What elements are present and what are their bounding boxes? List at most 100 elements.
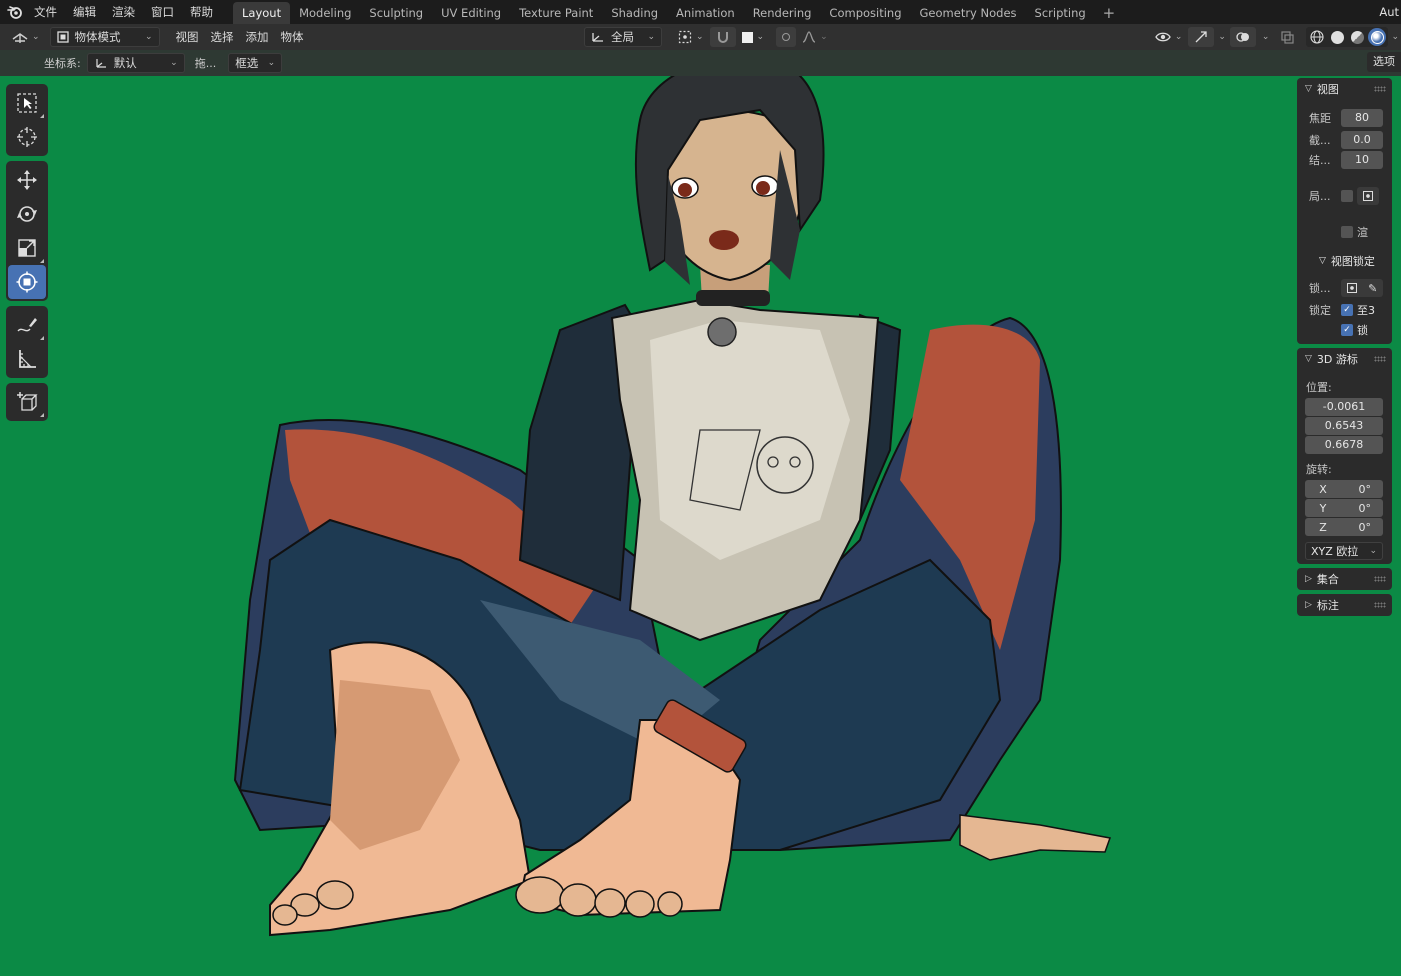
cursor-location-z-field[interactable]: 0.6678 bbox=[1305, 436, 1383, 454]
menu-edit[interactable]: 编辑 bbox=[65, 0, 104, 24]
lock-camera-row: ✓ 锁 bbox=[1297, 320, 1392, 340]
snap-toggle[interactable] bbox=[709, 27, 736, 47]
focal-length-field[interactable]: 80 bbox=[1341, 109, 1383, 127]
move-tool[interactable] bbox=[8, 163, 46, 197]
wireframe-shading-button[interactable] bbox=[1308, 28, 1326, 46]
chevron-down-icon[interactable]: ⌄ bbox=[1218, 32, 1226, 42]
menu-file[interactable]: 文件 bbox=[30, 0, 65, 24]
left-toolbar bbox=[6, 84, 48, 426]
menu-object[interactable]: 物体 bbox=[275, 27, 310, 47]
proportional-edit-toggle[interactable] bbox=[776, 27, 797, 47]
pivot-point-button[interactable]: ⌄ bbox=[672, 27, 710, 47]
viewport-render[interactable] bbox=[0, 76, 1401, 976]
menu-window[interactable]: 窗口 bbox=[143, 0, 182, 24]
cursor-rotation-z-field[interactable]: Z 0° bbox=[1305, 518, 1383, 536]
lock-to-3d-cursor-checkbox[interactable]: ✓ bbox=[1341, 304, 1353, 316]
drag-grip-icon[interactable] bbox=[1374, 86, 1386, 92]
menu-render[interactable]: 渲染 bbox=[104, 0, 143, 24]
add-cube-tool[interactable] bbox=[8, 385, 46, 419]
local-camera-label: 局... bbox=[1309, 190, 1331, 203]
3d-cursor-panel: ▽ 3D 游标 位置: -0.0061 0.6543 0.6678 旋转: X … bbox=[1297, 348, 1392, 564]
tab-shading[interactable]: Shading bbox=[602, 2, 667, 24]
wireframe-sphere-icon bbox=[1310, 30, 1325, 44]
tab-modeling[interactable]: Modeling bbox=[290, 2, 360, 24]
visibility-dropdown[interactable]: ⌄ bbox=[1149, 27, 1189, 47]
cursor-rotation-y-field[interactable]: Y 0° bbox=[1305, 499, 1383, 517]
tab-animation[interactable]: Animation bbox=[667, 2, 744, 24]
orientation-axes-icon bbox=[592, 33, 603, 42]
add-workspace-button[interactable]: + bbox=[1095, 2, 1124, 24]
rotation-mode-dropdown[interactable]: XYZ 欧拉 ⌄ bbox=[1305, 542, 1383, 560]
options-tab[interactable]: 选项 bbox=[1367, 52, 1401, 72]
cursor-tool[interactable] bbox=[8, 120, 46, 154]
cursor-rotation-x-field[interactable]: X 0° bbox=[1305, 480, 1383, 498]
clip-end-field[interactable]: 10 bbox=[1341, 151, 1383, 169]
tab-geometry-nodes[interactable]: Geometry Nodes bbox=[911, 2, 1026, 24]
lock-label: 锁定 bbox=[1309, 304, 1331, 317]
annotate-tool[interactable] bbox=[8, 308, 46, 342]
mode-dropdown[interactable]: 物体模式 ⌄ bbox=[49, 27, 160, 47]
xray-toggle[interactable] bbox=[1275, 27, 1300, 47]
lock-camera-checkbox[interactable]: ✓ bbox=[1341, 324, 1353, 336]
eyedropper-icon[interactable]: ✎ bbox=[1368, 282, 1377, 295]
select-box-tool[interactable] bbox=[8, 86, 46, 120]
clip-start-field[interactable]: 0.0 bbox=[1341, 131, 1383, 149]
blender-logo-icon[interactable] bbox=[0, 0, 30, 24]
editor-type-button[interactable]: ⌄ bbox=[6, 27, 46, 47]
tab-texture-paint[interactable]: Texture Paint bbox=[510, 2, 602, 24]
render-region-checkbox[interactable] bbox=[1341, 226, 1353, 238]
menu-help[interactable]: 帮助 bbox=[182, 0, 221, 24]
scene-selector-truncated[interactable]: Aut bbox=[1379, 0, 1401, 24]
lock-object-field[interactable]: ✎ bbox=[1341, 279, 1383, 297]
camera-picker-icon[interactable] bbox=[1357, 187, 1379, 205]
scale-tool[interactable] bbox=[8, 231, 46, 265]
drag-grip-icon[interactable] bbox=[1374, 356, 1386, 362]
drag-mode-dropdown[interactable]: 框选 ⌄ bbox=[228, 53, 283, 73]
cursor-location-x-field[interactable]: -0.0061 bbox=[1305, 398, 1383, 416]
rotate-tool[interactable] bbox=[8, 197, 46, 231]
annotation-panel-header[interactable]: ▷ 标注 bbox=[1297, 594, 1392, 616]
falloff-dropdown[interactable]: ⌄ bbox=[796, 27, 834, 47]
chevron-down-icon[interactable]: ⌄ bbox=[1262, 32, 1270, 42]
menu-select[interactable]: 选择 bbox=[205, 27, 240, 47]
menu-view[interactable]: 视图 bbox=[170, 27, 205, 47]
collection-panel-header[interactable]: ▷ 集合 bbox=[1297, 568, 1392, 590]
tab-scripting[interactable]: Scripting bbox=[1026, 2, 1095, 24]
menu-add[interactable]: 添加 bbox=[240, 27, 275, 47]
material-sphere-icon bbox=[1350, 30, 1364, 44]
shading-mode-group bbox=[1306, 27, 1389, 47]
drag-grip-icon[interactable] bbox=[1374, 602, 1386, 608]
rotation-z-value: 0° bbox=[1358, 520, 1372, 534]
chevron-down-icon: ▽ bbox=[1319, 256, 1326, 266]
mode-label: 物体模式 bbox=[74, 30, 121, 44]
transform-orientation-dropdown[interactable]: 全局 ⌄ bbox=[584, 27, 662, 47]
gizmo-icon bbox=[1195, 31, 1208, 43]
solid-shading-button[interactable] bbox=[1328, 28, 1346, 46]
magnet-icon bbox=[717, 32, 728, 43]
tab-layout[interactable]: Layout bbox=[233, 2, 291, 24]
tab-uv-editing[interactable]: UV Editing bbox=[432, 2, 510, 24]
transform-tool[interactable] bbox=[8, 265, 46, 299]
rendered-shading-button[interactable] bbox=[1368, 28, 1387, 46]
render-region-row: 渲 bbox=[1297, 222, 1392, 242]
snap-target-dropdown[interactable]: ⌄ bbox=[736, 27, 771, 47]
drag-grip-icon[interactable] bbox=[1374, 576, 1386, 582]
chevron-down-icon[interactable]: ⌄ bbox=[1391, 32, 1399, 42]
overlays-toggle[interactable] bbox=[1229, 27, 1256, 47]
local-camera-checkbox[interactable] bbox=[1341, 190, 1353, 202]
tab-compositing[interactable]: Compositing bbox=[820, 2, 910, 24]
3d-cursor-panel-header[interactable]: ▽ 3D 游标 bbox=[1297, 348, 1392, 370]
view-lock-subpanel-header[interactable]: ▽ 视图锁定 bbox=[1297, 250, 1392, 272]
gizmo-toggle[interactable] bbox=[1188, 27, 1215, 47]
tab-rendering[interactable]: Rendering bbox=[744, 2, 821, 24]
tab-sculpting[interactable]: Sculpting bbox=[360, 2, 432, 24]
cursor-location-y-field[interactable]: 0.6543 bbox=[1305, 417, 1383, 435]
material-shading-button[interactable] bbox=[1348, 28, 1366, 46]
measure-tool[interactable] bbox=[8, 342, 46, 376]
coord-system-dropdown[interactable]: 默认 ⌄ bbox=[86, 53, 185, 73]
header-center-tools: 全局 ⌄ ⌄ ⌄ ⌄ bbox=[584, 27, 834, 47]
tool-variants-indicator bbox=[40, 114, 44, 118]
header-right-tools: ⌄ ⌄ ⌄ ⌄ bbox=[1149, 27, 1399, 47]
view-panel-header[interactable]: ▽ 视图 bbox=[1297, 78, 1392, 100]
rendered-sphere-icon bbox=[1370, 30, 1384, 44]
